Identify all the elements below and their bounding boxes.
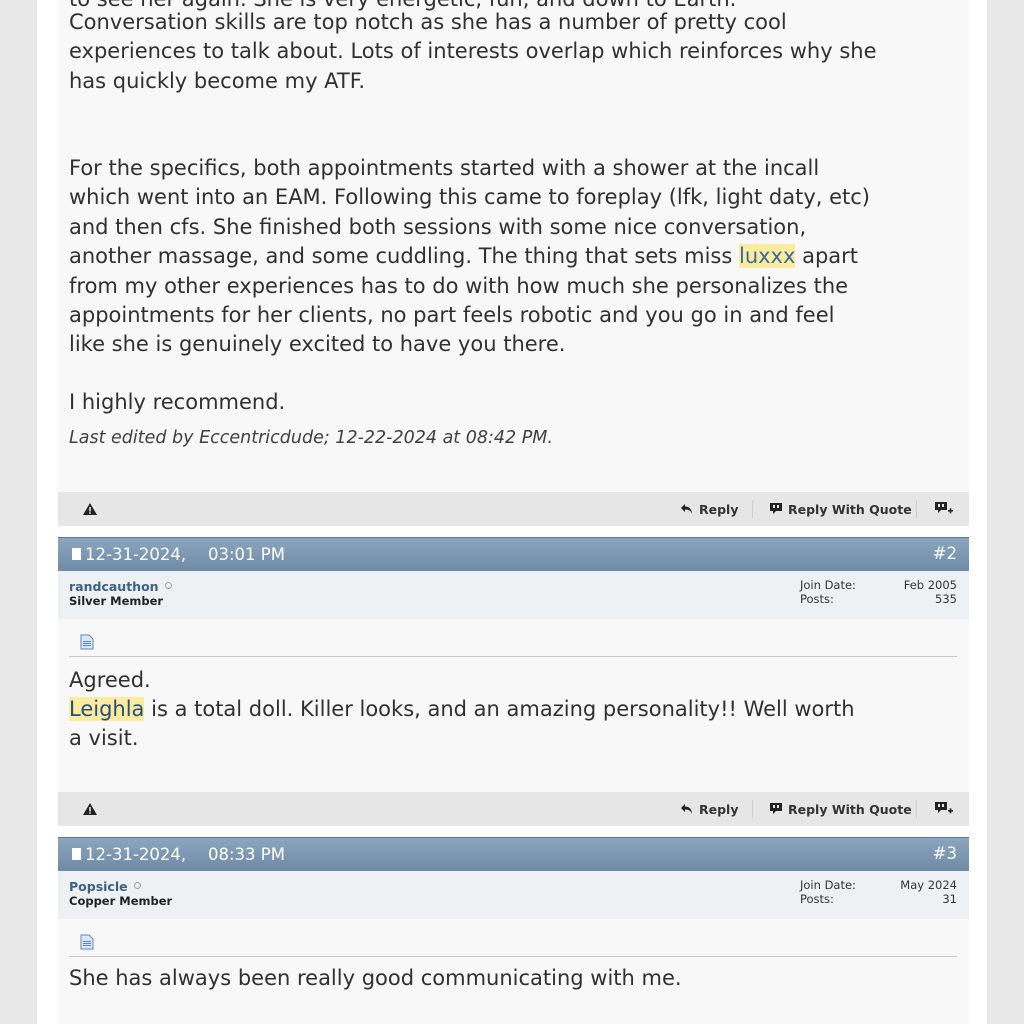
post-1-paragraph-2: For the specifics, both appointments sta… bbox=[69, 154, 964, 360]
post-3-number[interactable]: #3 bbox=[933, 844, 957, 863]
divider bbox=[752, 800, 753, 818]
reply-label: Reply bbox=[699, 801, 739, 817]
post-1-paragraph-3: I highly recommend. bbox=[69, 390, 286, 414]
reply-icon bbox=[681, 804, 692, 814]
last-edited-note: Last edited by Eccentricdude; 12-22-2024… bbox=[69, 428, 553, 448]
post-3-divider bbox=[69, 956, 957, 957]
post-3-rank: Copper Member bbox=[69, 894, 173, 908]
post-1-action-bar: Reply Reply With Quote bbox=[58, 492, 969, 526]
divider bbox=[752, 500, 753, 518]
multiquote-icon[interactable] bbox=[934, 801, 954, 817]
posts-label: Posts: bbox=[800, 592, 834, 606]
warning-icon[interactable] bbox=[82, 801, 98, 817]
highlight-luxxx[interactable]: luxxx bbox=[738, 244, 796, 269]
divider bbox=[916, 500, 917, 518]
post-2-line-1: Agreed. bbox=[69, 668, 151, 692]
post-3-time: 08:33 PM bbox=[208, 845, 285, 864]
join-date-value: May 2024 bbox=[900, 878, 957, 892]
quote-icon bbox=[770, 803, 782, 814]
post-2-userinfo: randcauthon Silver Member Join Date: Feb… bbox=[58, 571, 969, 619]
post-2-divider bbox=[69, 656, 957, 657]
reply-button[interactable]: Reply bbox=[680, 792, 738, 826]
reply-button[interactable]: Reply bbox=[680, 492, 738, 526]
post-2-action-bar: Reply Reply With Quote bbox=[58, 792, 969, 826]
highlight-leighla[interactable]: Leighla bbox=[69, 697, 145, 721]
posts-label: Posts: bbox=[800, 892, 834, 906]
multiquote-icon[interactable] bbox=[934, 501, 954, 517]
reply-with-quote-label: Reply With Quote bbox=[788, 801, 912, 817]
post-2-date: 12-31-2024, bbox=[85, 545, 187, 564]
username-text[interactable]: randcauthon bbox=[69, 579, 159, 594]
quote-icon bbox=[770, 503, 782, 514]
join-date-value: Feb 2005 bbox=[903, 578, 957, 592]
posts-value: 31 bbox=[942, 892, 957, 906]
post-3-line-1: She has always been really good communic… bbox=[69, 966, 682, 990]
post-2-number[interactable]: #2 bbox=[933, 544, 957, 563]
reply-icon bbox=[681, 504, 692, 514]
reply-with-quote-button[interactable]: Reply With Quote bbox=[769, 792, 912, 826]
post-3-date: 12-31-2024, bbox=[85, 845, 187, 864]
post-icon bbox=[72, 848, 81, 860]
reply-with-quote-label: Reply With Quote bbox=[788, 501, 912, 517]
offline-status-icon bbox=[133, 882, 141, 889]
document-icon bbox=[80, 934, 94, 950]
join-date-label: Join Date: bbox=[800, 878, 856, 892]
reply-label: Reply bbox=[699, 501, 739, 517]
post-2-username[interactable]: randcauthon bbox=[69, 579, 172, 594]
post-icon bbox=[72, 548, 81, 560]
divider bbox=[916, 800, 917, 818]
username-text[interactable]: Popsicle bbox=[69, 879, 128, 894]
warning-icon[interactable] bbox=[82, 501, 98, 517]
post-2-time: 03:01 PM bbox=[208, 545, 285, 564]
post-3-header: 12-31-2024, 08:33 PM #3 bbox=[58, 837, 969, 871]
document-icon bbox=[80, 634, 94, 650]
post-3-username[interactable]: Popsicle bbox=[69, 879, 141, 894]
post-1-paragraph-1: Conversation skills are top notch as she… bbox=[69, 10, 877, 93]
join-date-label: Join Date: bbox=[800, 578, 856, 592]
post-2-line-2: Leighla is a total doll. Killer looks, a… bbox=[69, 695, 964, 754]
reply-with-quote-button[interactable]: Reply With Quote bbox=[769, 492, 912, 526]
offline-status-icon bbox=[164, 582, 172, 589]
posts-value: 535 bbox=[935, 592, 957, 606]
post-2-text: is a total doll. Killer looks, and an am… bbox=[69, 697, 855, 751]
post-3-userinfo: Popsicle Copper Member Join Date: May 20… bbox=[58, 871, 969, 919]
post-2-header: 12-31-2024, 03:01 PM #2 bbox=[58, 537, 969, 571]
post-2-rank: Silver Member bbox=[69, 594, 164, 608]
